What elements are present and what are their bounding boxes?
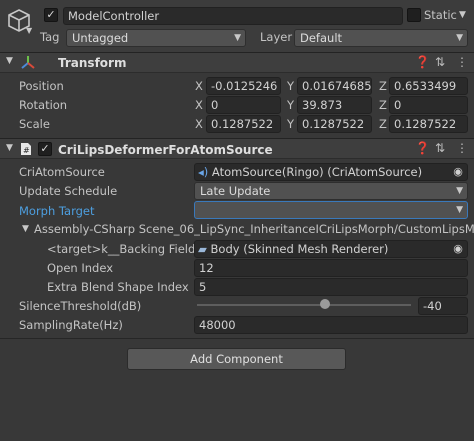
preset-sliders-icon[interactable]: ⇅	[435, 55, 445, 69]
backing-field-label: <target>k__Backing Field	[47, 242, 196, 256]
tag-label: Tag	[40, 30, 60, 44]
silence-threshold-field[interactable]: -40	[418, 297, 468, 315]
assembly-foldout-arrow-icon[interactable]: ▼	[22, 224, 29, 234]
scale-label: Scale	[19, 117, 50, 131]
open-index-label: Open Index	[47, 261, 114, 275]
chevron-down-icon: ▼	[456, 33, 463, 43]
component-enabled-checkbox[interactable]: ✓	[38, 142, 52, 156]
add-component-button[interactable]: Add Component	[127, 348, 346, 370]
silence-threshold-slider-track[interactable]	[197, 304, 411, 306]
atom-source-value: AtomSource(Ringo) (CriAtomSource)	[211, 165, 423, 179]
active-checkbox[interactable]: ✓	[44, 8, 58, 22]
skinned-mesh-renderer-icon: ▰	[198, 242, 207, 256]
chevron-down-icon: ▼	[456, 205, 463, 215]
open-index-field[interactable]: 12	[194, 259, 468, 277]
object-name-field[interactable]: ModelController	[63, 7, 403, 25]
extra-blend-shape-index-label: Extra Blend Shape Index	[47, 280, 189, 294]
object-picker-icon[interactable]: ◉	[451, 242, 465, 256]
transform-title: Transform	[58, 56, 127, 70]
backing-field-object-field[interactable]: ▰ Body (Skinned Mesh Renderer) ◉	[194, 240, 468, 258]
static-checkbox[interactable]	[407, 8, 421, 22]
assembly-type-label: Assembly-CSharp Scene_06_LipSync_Inherit…	[34, 222, 474, 236]
svg-text:#: #	[23, 146, 30, 155]
rotation-z-axis: Z	[379, 98, 387, 112]
scale-y-field[interactable]: 0.1287522	[297, 115, 372, 133]
audio-source-icon: ◂)	[198, 165, 209, 179]
static-label: Static	[424, 8, 457, 22]
rotation-label: Rotation	[19, 98, 68, 112]
tag-value: Untagged	[72, 31, 129, 45]
position-z-field[interactable]: 0.6533499	[389, 77, 468, 95]
cri-component-title: CriLipsDeformerForAtomSource	[58, 143, 273, 157]
update-schedule-label: Update Schedule	[19, 184, 118, 198]
help-icon[interactable]: ❓	[415, 141, 430, 155]
scale-y-axis: Y	[287, 117, 295, 131]
layer-label: Layer	[260, 30, 293, 44]
update-schedule-value: Late Update	[200, 184, 271, 198]
script-file-icon: #	[21, 143, 31, 155]
scale-z-axis: Z	[379, 117, 387, 131]
tag-dropdown[interactable]: Untagged ▼	[66, 29, 246, 47]
layer-value: Default	[300, 31, 343, 45]
transform-axes-icon	[21, 56, 35, 69]
component-divider	[0, 338, 474, 339]
scale-x-field[interactable]: 0.1287522	[206, 115, 281, 133]
position-x-field[interactable]: -0.0125246	[206, 77, 281, 95]
help-icon[interactable]: ❓	[415, 55, 430, 69]
layer-dropdown[interactable]: Default ▼	[294, 29, 468, 47]
position-z-axis: Z	[379, 79, 387, 93]
atom-source-label: CriAtomSource	[19, 165, 105, 179]
silence-threshold-slider-handle[interactable]	[320, 299, 331, 309]
position-y-field[interactable]: 0.01674685	[297, 77, 372, 95]
icon-dropdown-arrow-icon[interactable]: ▼	[26, 26, 32, 35]
backing-field-value: Body (Skinned Mesh Renderer)	[210, 242, 389, 256]
position-x-axis: X	[195, 79, 203, 93]
foldout-arrow-icon[interactable]: ▼	[6, 56, 13, 66]
sampling-rate-label: SamplingRate(Hz)	[19, 318, 123, 332]
position-y-axis: Y	[287, 79, 295, 93]
scale-x-axis: X	[195, 117, 203, 131]
morph-target-label: Morph Target	[19, 204, 95, 218]
foldout-arrow-icon[interactable]: ▼	[6, 143, 13, 153]
context-menu-icon[interactable]: ⋮	[456, 55, 468, 69]
sampling-rate-field[interactable]: 48000	[194, 316, 468, 334]
extra-blend-shape-index-field[interactable]: 5	[194, 278, 468, 296]
morph-target-dropdown[interactable]: ▼	[194, 201, 468, 219]
silence-threshold-label: SilenceThreshold(dB)	[19, 299, 142, 313]
chevron-down-icon: ▼	[234, 33, 241, 43]
object-picker-icon[interactable]: ◉	[451, 165, 465, 179]
position-label: Position	[19, 79, 64, 93]
chevron-down-icon: ▼	[456, 186, 463, 196]
atom-source-field[interactable]: ◂) AtomSource(Ringo) (CriAtomSource) ◉	[194, 163, 468, 181]
update-schedule-dropdown[interactable]: Late Update ▼	[194, 182, 468, 200]
rotation-z-field[interactable]: 0	[389, 96, 468, 114]
static-dropdown-icon[interactable]: ▼	[459, 10, 466, 20]
rotation-x-axis: X	[195, 98, 203, 112]
scale-z-field[interactable]: 0.1287522	[389, 115, 468, 133]
rotation-y-field[interactable]: 39.873	[297, 96, 372, 114]
rotation-x-field[interactable]: 0	[206, 96, 281, 114]
context-menu-icon[interactable]: ⋮	[456, 141, 468, 155]
preset-sliders-icon[interactable]: ⇅	[435, 141, 445, 155]
rotation-y-axis: Y	[287, 98, 295, 112]
